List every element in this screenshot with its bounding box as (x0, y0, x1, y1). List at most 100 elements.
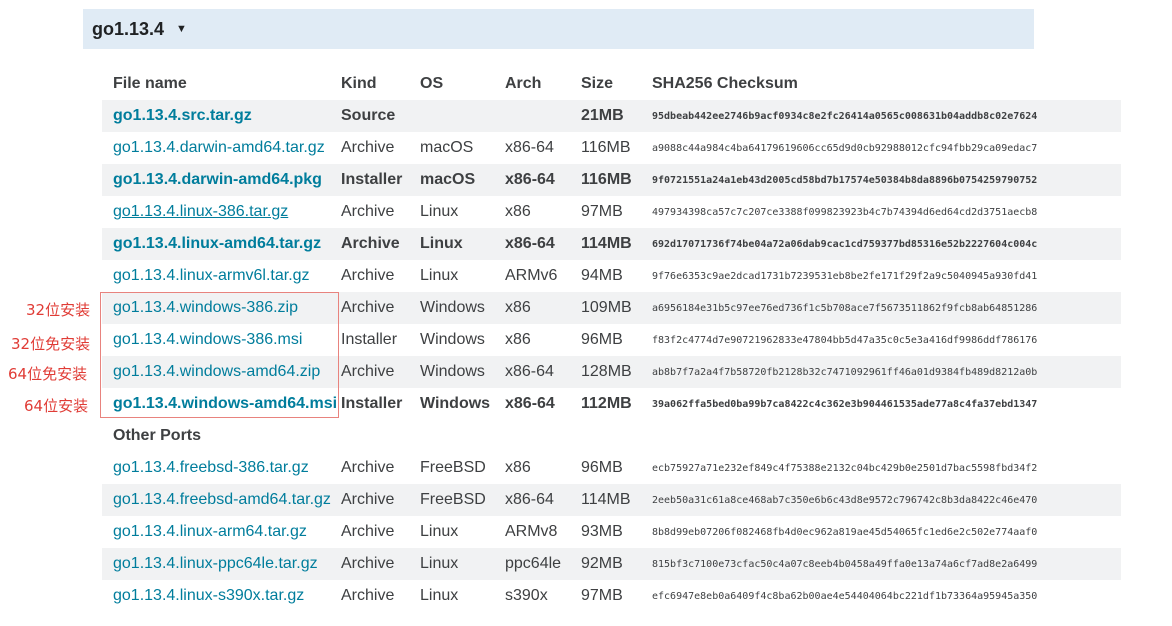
arch-cell: x86-64 (505, 235, 555, 252)
kind-cell: Installer (341, 395, 403, 412)
arch-cell: x86 (505, 459, 531, 476)
table-row: go1.13.4.linux-ppc64le.tar.gz Archive Li… (102, 548, 1121, 580)
checksum-cell: 815bf3c7100e73cfac50c4a07c8eeb4b0458a49f… (652, 558, 1038, 570)
checksum-cell: 2eeb50a31c61a8ce468ab7c350e6b6c43d8e9572… (652, 494, 1038, 506)
file-download-link[interactable]: go1.13.4.darwin-amd64.tar.gz (113, 139, 325, 156)
size-cell: 97MB (581, 587, 623, 604)
size-cell: 92MB (581, 555, 623, 572)
size-cell: 114MB (581, 235, 632, 252)
kind-cell: Archive (341, 299, 395, 316)
size-cell: 21MB (581, 107, 624, 124)
column-header-arch: Arch (505, 75, 542, 92)
checksum-cell: 9f0721551a24a1eb43d2005cd58bd7b17574e503… (652, 174, 1038, 186)
size-cell: 93MB (581, 523, 623, 540)
checksum-cell: 9f76e6353c9ae2dcad1731b7239531eb8be2fe17… (652, 270, 1038, 282)
size-cell: 94MB (581, 267, 623, 284)
kind-cell: Archive (341, 587, 395, 604)
arch-cell: x86-64 (505, 171, 555, 188)
file-download-link[interactable]: go1.13.4.linux-ppc64le.tar.gz (113, 555, 318, 572)
os-cell: Linux (420, 523, 459, 540)
kind-cell: Archive (341, 555, 395, 572)
table-row: go1.13.4.linux-386.tar.gz Archive Linux … (102, 196, 1121, 228)
file-download-link[interactable]: go1.13.4.darwin-amd64.pkg (113, 171, 322, 188)
table-row: go1.13.4.linux-s390x.tar.gz Archive Linu… (102, 580, 1121, 612)
kind-cell: Source (341, 107, 396, 124)
os-cell: Windows (420, 331, 485, 348)
file-download-link[interactable]: go1.13.4.freebsd-386.tar.gz (113, 459, 309, 476)
os-cell: FreeBSD (420, 459, 486, 476)
size-cell: 96MB (581, 459, 623, 476)
annotation-32bit-portable: 32位免安装 (11, 335, 91, 353)
kind-cell: Archive (341, 491, 395, 508)
kind-cell: Archive (341, 235, 400, 252)
os-cell: Linux (420, 587, 459, 604)
arch-cell: ppc64le (505, 555, 562, 572)
size-cell: 116MB (581, 139, 631, 156)
size-cell: 109MB (581, 299, 632, 316)
arch-cell: ARMv6 (505, 267, 558, 284)
file-name-cell: go1.13.4.linux-amd64.tar.gz (102, 235, 341, 253)
file-name-cell: go1.13.4.freebsd-amd64.tar.gz (102, 491, 341, 509)
file-download-link[interactable]: go1.13.4.linux-s390x.tar.gz (113, 587, 304, 604)
size-cell: 97MB (581, 203, 623, 220)
file-download-link[interactable]: go1.13.4.linux-arm64.tar.gz (113, 523, 307, 540)
size-cell: 112MB (581, 395, 632, 412)
arch-cell: ARMv8 (505, 523, 558, 540)
checksum-cell: ab8b7f7a2a4f7b58720fb2128b32c7471092961f… (652, 366, 1038, 378)
file-download-link[interactable]: go1.13.4.linux-386.tar.gz (113, 203, 288, 220)
arch-cell: x86 (505, 203, 531, 220)
size-cell: 116MB (581, 171, 632, 188)
os-cell: macOS (420, 139, 474, 156)
size-cell: 96MB (581, 331, 623, 348)
table-row: go1.13.4.linux-arm64.tar.gz Archive Linu… (102, 516, 1121, 548)
other-ports-heading: Other Ports (113, 427, 202, 444)
checksum-cell: 39a062ffa5bed0ba99b7ca8422c4c362e3b90446… (652, 398, 1038, 410)
kind-cell: Archive (341, 523, 395, 540)
table-row: go1.13.4.src.tar.gz Source 21MB 95dbeab4… (102, 100, 1121, 132)
arch-cell: x86-64 (505, 139, 554, 156)
annotation-64bit-portable: 64位免安装 (8, 365, 88, 383)
file-name-cell: go1.13.4.linux-ppc64le.tar.gz (102, 555, 341, 573)
os-cell: FreeBSD (420, 491, 486, 508)
checksum-cell: 497934398ca57c7c207ce3388f099823923b4c7b… (652, 206, 1038, 218)
os-cell: Linux (420, 235, 463, 252)
file-download-link[interactable]: go1.13.4.linux-armv6l.tar.gz (113, 267, 310, 284)
table-row: go1.13.4.linux-armv6l.tar.gz Archive Lin… (102, 260, 1121, 292)
arch-cell: x86-64 (505, 395, 555, 412)
os-cell: Windows (420, 363, 485, 380)
caret-down-icon[interactable]: ▼ (176, 23, 187, 35)
file-name-cell: go1.13.4.linux-386.tar.gz (102, 203, 341, 221)
column-header-sha256: SHA256 Checksum (652, 75, 798, 92)
table-row: go1.13.4.darwin-amd64.tar.gz Archive mac… (102, 132, 1121, 164)
other-ports-row: Other Ports (102, 420, 1121, 452)
os-cell: Linux (420, 267, 459, 284)
checksum-cell: 95dbeab442ee2746b9acf0934c8e2fc26414a056… (652, 110, 1038, 122)
annotation-32bit-install: 32位安装 (26, 301, 91, 319)
os-cell: macOS (420, 171, 476, 188)
file-download-link[interactable]: go1.13.4.src.tar.gz (113, 107, 252, 124)
table-row: go1.13.4.freebsd-amd64.tar.gz Archive Fr… (102, 484, 1121, 516)
column-header-kind: Kind (341, 75, 377, 92)
version-header[interactable]: go1.13.4 ▼ (83, 9, 1034, 49)
kind-cell: Archive (341, 139, 395, 156)
checksum-cell: a6956184e31b5c97ee76ed736f1c5b708ace7f56… (652, 302, 1038, 314)
checksum-cell: 8b8d99eb07206f082468fb4d0ec962a819ae45d5… (652, 526, 1038, 538)
arch-cell: x86 (505, 331, 531, 348)
table-row: go1.13.4.darwin-amd64.pkg Installer macO… (102, 164, 1121, 196)
size-cell: 114MB (581, 491, 631, 508)
file-name-cell: go1.13.4.src.tar.gz (102, 107, 341, 125)
column-header-file-name: File name (113, 75, 187, 92)
file-name-cell: go1.13.4.darwin-amd64.tar.gz (102, 139, 341, 157)
os-cell: Linux (420, 555, 459, 572)
table-header-row: File name Kind OS Arch Size SHA256 Check… (102, 68, 1121, 100)
file-download-link[interactable]: go1.13.4.linux-amd64.tar.gz (113, 235, 321, 252)
arch-cell: x86-64 (505, 491, 554, 508)
version-title: go1.13.4 (92, 18, 165, 39)
file-download-link[interactable]: go1.13.4.freebsd-amd64.tar.gz (113, 491, 331, 508)
file-name-cell: go1.13.4.freebsd-386.tar.gz (102, 459, 341, 477)
table-row: go1.13.4.freebsd-386.tar.gz Archive Free… (102, 452, 1121, 484)
arch-cell: x86 (505, 299, 531, 316)
windows-highlight-box (100, 292, 339, 418)
checksum-cell: a9088c44a984c4ba64179619606cc65d9d0cb929… (652, 142, 1038, 154)
kind-cell: Installer (341, 331, 398, 348)
